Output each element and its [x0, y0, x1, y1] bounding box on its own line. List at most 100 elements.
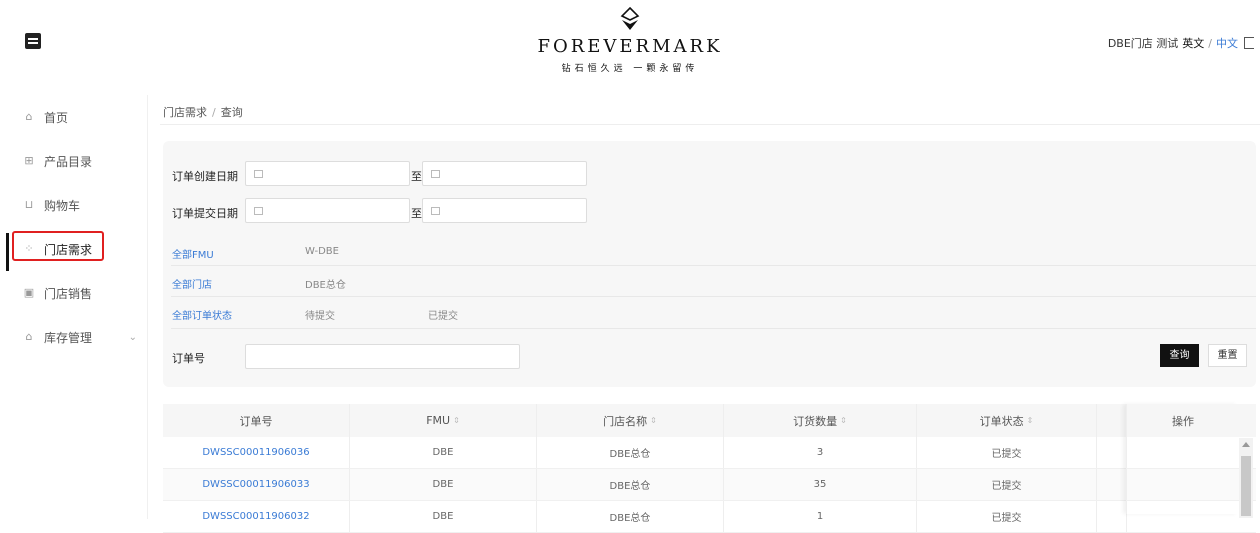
divider [171, 296, 1256, 297]
col-header-store[interactable]: 门店名称 ⇕ [537, 404, 724, 437]
store-icon: ▣ [23, 286, 35, 299]
sort-icon[interactable]: ⇕ [650, 416, 657, 425]
table-cell: 已提交 [917, 437, 1097, 468]
table-cell: 1 [724, 501, 917, 532]
table-cell: DBE [350, 469, 537, 500]
calendar-icon [431, 170, 440, 178]
to-label: 至 [411, 207, 422, 220]
col-header-label: 操作 [1172, 414, 1194, 428]
sidebar: ⌂ 首页 ⊞ 产品目录 ⊔ 购物车 ⁘ 门店需求 ▣ 门店销售 ⌂ 库存管理 ⌄ [0, 95, 148, 519]
col-header-status[interactable]: 订单状态 ⇕ [917, 404, 1097, 437]
col-header-blank [1097, 404, 1127, 437]
table-cell: DBE总仓 [537, 501, 724, 532]
logo-text: FOREVERMARK [537, 36, 723, 57]
filter-panel: 订单创建日期 至 订单提交日期 至 全部FMU W-DBE 全部门店 DBE总仓… [163, 141, 1256, 387]
table-row: DWSSC00011906032 DBE DBE总仓 1 已提交 [163, 501, 1256, 533]
col-header-label: 订单状态 [979, 414, 1024, 428]
reset-button[interactable]: 重置 [1208, 344, 1247, 367]
fmu-option[interactable]: W-DBE [305, 246, 339, 257]
table-cell: DBE [350, 501, 537, 532]
table-cell: DWSSC00011906032 [163, 501, 350, 532]
col-header-order-no[interactable]: 订单号 [163, 404, 350, 437]
submit-date-label: 订单提交日期 [172, 207, 238, 220]
diamond-logo-icon [617, 6, 643, 32]
lang-separator: / [1208, 36, 1212, 50]
store-all-link[interactable]: 全部门店 [172, 276, 212, 291]
submit-date-end-input[interactable] [422, 198, 587, 223]
divider [171, 265, 1256, 266]
status-option-submitted[interactable]: 已提交 [428, 307, 458, 322]
scroll-thumb[interactable] [1241, 456, 1251, 516]
order-no-link[interactable]: DWSSC00011906036 [202, 447, 309, 458]
store-option[interactable]: DBE总仓 [305, 276, 346, 291]
breadcrumb: 门店需求 / 查询 [163, 104, 243, 120]
status-option-pending[interactable]: 待提交 [305, 307, 335, 322]
table-cell: DWSSC00011906036 [163, 437, 350, 468]
create-date-start-input[interactable] [245, 161, 410, 186]
table-cell [1097, 501, 1127, 532]
lang-en-link[interactable]: 英文 [1182, 35, 1204, 51]
table-cell: DBE总仓 [537, 437, 724, 468]
calendar-icon [254, 170, 263, 178]
order-no-link[interactable]: DWSSC00011906032 [202, 511, 309, 522]
lang-zh-link[interactable]: 中文 [1216, 35, 1238, 51]
sidebar-item-home[interactable]: ⌂ 首页 [0, 95, 147, 139]
sidebar-item-cart[interactable]: ⊔ 购物车 [0, 183, 147, 227]
calendar-icon [431, 207, 440, 215]
sort-icon[interactable]: ⇕ [840, 416, 847, 425]
calendar-icon [254, 207, 263, 215]
sidebar-item-catalog[interactable]: ⊞ 产品目录 [0, 139, 147, 183]
brand-logo[interactable]: FOREVERMARK 钻石恒久远 一颗永留传 [530, 6, 730, 74]
table-cell: 已提交 [917, 501, 1097, 532]
sidebar-item-label: 库存管理 [44, 330, 93, 345]
col-header-actions: 操作 [1127, 404, 1239, 437]
sidebar-item-inventory[interactable]: ⌂ 库存管理 ⌄ [0, 315, 147, 359]
create-date-label: 订单创建日期 [172, 170, 238, 183]
table-cell-actions [1127, 437, 1239, 468]
sort-icon[interactable]: ⇕ [453, 416, 460, 425]
home-icon: ⌂ [25, 110, 33, 123]
col-header-label: FMU [426, 414, 451, 427]
fmu-all-link[interactable]: 全部FMU [172, 246, 214, 261]
sidebar-item-label: 产品目录 [44, 154, 93, 169]
query-button[interactable]: 查询 [1160, 344, 1199, 367]
sidebar-item-store-demand[interactable]: ⁘ 门店需求 [0, 227, 147, 271]
sidebar-item-label: 购物车 [44, 198, 81, 213]
user-area: DBE门店 测试 英文 / 中文 [1108, 35, 1254, 51]
table-cell-actions [1127, 501, 1239, 532]
logout-icon[interactable] [1244, 37, 1254, 49]
table-cell: DBE [350, 437, 537, 468]
order-no-input[interactable] [245, 344, 520, 369]
table-header: 订单号 FMU ⇕ 门店名称 ⇕ 订货数量 ⇕ 订单状态 ⇕ 操作 [163, 404, 1256, 437]
table-scrollbar[interactable] [1239, 438, 1253, 518]
order-no-link[interactable]: DWSSC00011906033 [202, 479, 309, 490]
table-cell: 35 [724, 469, 917, 500]
col-header-label: 门店名称 [603, 414, 648, 428]
main-content: 门店需求 / 查询 订单创建日期 至 订单提交日期 至 全部FMU W-DBE 全部… [160, 95, 1260, 533]
table-cell [1097, 437, 1127, 468]
breadcrumb-sep: / [212, 106, 216, 119]
submit-date-start-input[interactable] [245, 198, 410, 223]
table-row: DWSSC00011906033 DBE DBE总仓 35 已提交 [163, 469, 1256, 501]
grid-icon: ⊞ [24, 154, 34, 167]
divider [171, 328, 1256, 329]
sidebar-item-label: 首页 [44, 110, 69, 125]
col-header-fmu[interactable]: FMU ⇕ [350, 404, 537, 437]
sort-icon[interactable]: ⇕ [1027, 416, 1034, 425]
sidebar-item-label: 门店销售 [44, 286, 93, 301]
menu-icon[interactable] [25, 33, 41, 49]
create-date-end-input[interactable] [422, 161, 587, 186]
table-row: DWSSC00011906036 DBE DBE总仓 3 已提交 [163, 437, 1256, 469]
table-cell: DWSSC00011906033 [163, 469, 350, 500]
table-cell: 已提交 [917, 469, 1097, 500]
user-name: DBE门店 测试 [1107, 37, 1179, 50]
sidebar-item-store-sales[interactable]: ▣ 门店销售 [0, 271, 147, 315]
to-label: 至 [411, 170, 422, 183]
cart-icon: ⊔ [24, 198, 34, 211]
status-all-link[interactable]: 全部订单状态 [172, 307, 232, 322]
table-cell: 3 [724, 437, 917, 468]
col-header-qty[interactable]: 订货数量 ⇕ [724, 404, 917, 437]
scroll-up-icon[interactable] [1242, 442, 1250, 447]
col-header-label: 订单号 [239, 414, 273, 428]
breadcrumb-parent[interactable]: 门店需求 [163, 106, 207, 119]
